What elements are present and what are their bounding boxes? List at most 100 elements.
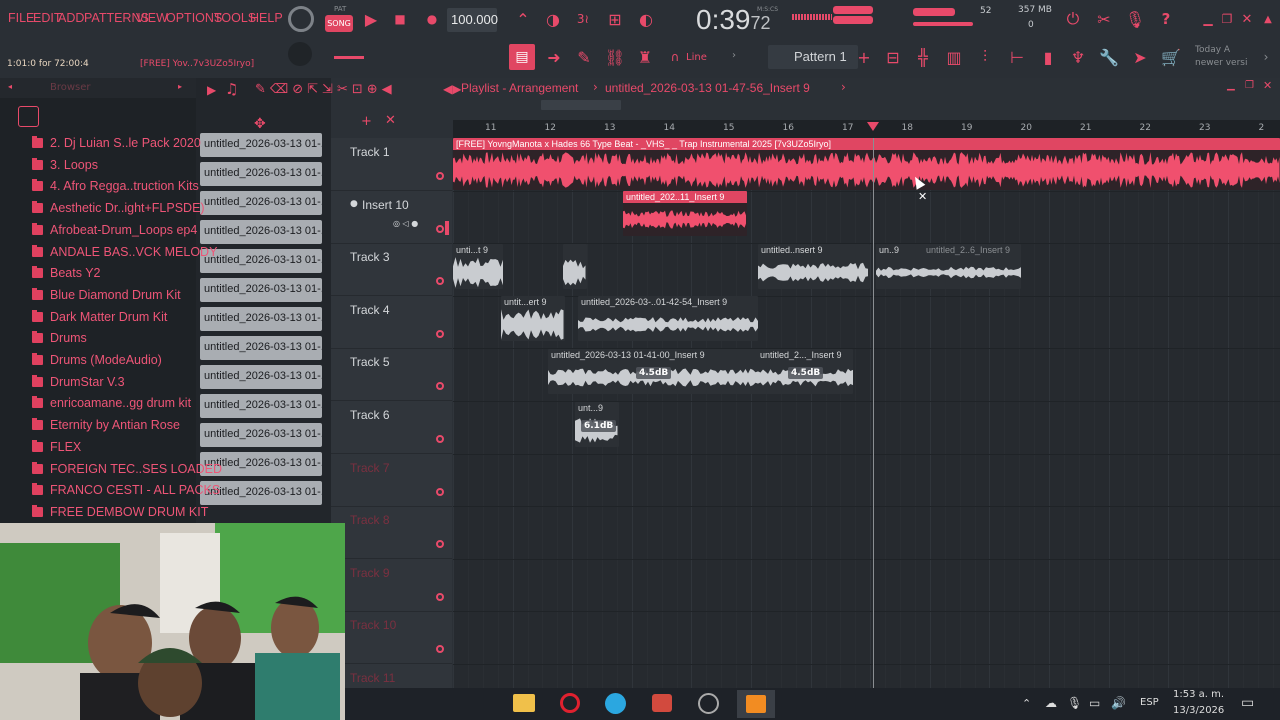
track-mute-button[interactable] <box>436 224 444 233</box>
channel-icon[interactable]: ▮ <box>1037 46 1059 68</box>
horizontal-scrollbar[interactable] <box>541 100 621 110</box>
pl-close-icon[interactable]: ✕ <box>1263 79 1272 92</box>
channel-rack-icon[interactable]: ▥ <box>943 46 965 68</box>
plugin-icon[interactable]: ♆ <box>1067 46 1089 68</box>
track-header[interactable]: Track 6 <box>331 401 452 454</box>
tray-chevron-icon[interactable]: ⌃ <box>1022 697 1031 710</box>
step-edit-icon[interactable]: ⊞ <box>604 8 626 30</box>
browser-folder-item[interactable]: Afrobeat-Drum_Loops ep4 <box>32 222 197 237</box>
app-more-icon[interactable]: ▲ <box>1257 8 1279 30</box>
snap-line-label[interactable]: Line <box>686 52 707 63</box>
browser-folder-item[interactable]: 4. Afro Regga..truction Kits <box>32 179 199 193</box>
track-mute-button[interactable] <box>436 329 444 338</box>
playlist-view-button[interactable]: ▤ <box>509 44 535 70</box>
song-mode-button[interactable]: SONG <box>325 15 353 32</box>
pl-minimize-icon[interactable]: ▁ <box>1227 80 1235 91</box>
track-header[interactable]: Track 8 <box>331 506 452 560</box>
taskbar-time[interactable]: 1:53 a. m. <box>1173 689 1224 700</box>
audio-clip[interactable]: untit...ert 9 <box>501 296 565 341</box>
master-pitch-slider[interactable] <box>334 56 364 59</box>
browser-folder-item[interactable]: Aesthetic Dr..ight+FLPSDE) <box>32 201 205 215</box>
clip-source-button[interactable]: untitled_2026-03-13 01-... <box>200 133 322 157</box>
send-icon[interactable]: ➤ <box>1129 46 1151 68</box>
pattern-selector[interactable]: Pattern 1 <box>768 45 858 69</box>
pl-tools-icon[interactable]: ✎⌫⊘⇱⇲✂⊡⊕◀ <box>255 82 396 97</box>
browser-search-icon[interactable] <box>18 106 39 127</box>
snap-arrow-icon[interactable]: › <box>732 50 736 61</box>
browser-folder-item[interactable]: enricoamane..gg drum kit <box>32 396 191 410</box>
metronome-icon[interactable]: ⌃ <box>512 8 534 30</box>
countdown-icon[interactable]: 3≀ <box>572 8 594 30</box>
add-pattern-icon[interactable]: + <box>853 46 875 68</box>
audio-clip[interactable]: unti...t 9 <box>453 244 503 289</box>
track-header[interactable]: Track 9 <box>331 559 452 612</box>
track-header[interactable]: Track 10 <box>331 611 452 665</box>
menu-file[interactable]: FILE <box>8 11 34 25</box>
stop-icon[interactable]: ■ <box>389 8 411 30</box>
menu-view[interactable]: VIEW <box>136 11 168 25</box>
track-mute-button[interactable] <box>436 382 444 391</box>
track-mute-button[interactable] <box>436 645 444 654</box>
browser-folder-item[interactable]: Dark Matter Drum Kit <box>32 309 167 324</box>
mixer-icon[interactable]: ⫶ <box>974 46 996 68</box>
clip-source-button[interactable]: untitled_2026-03-13 01-... <box>200 365 322 389</box>
pencil-icon[interactable]: ✎ <box>573 46 595 68</box>
track-header[interactable]: Insert 10 ◎ ◁ ● ● <box>331 191 452 244</box>
microphone-icon[interactable]: 🎙 <box>1124 8 1146 30</box>
track-mute-button[interactable] <box>436 435 444 443</box>
pl-remove-icon[interactable]: ✕ <box>385 113 396 128</box>
playhead-marker[interactable] <box>867 122 879 131</box>
audio-clip[interactable]: untitled_2026-03-..01-42-54_Insert 9 <box>578 296 758 341</box>
menu-add[interactable]: ADD <box>58 11 84 25</box>
clip-source-button[interactable]: untitled_2026-03-13 01-... <box>200 307 322 331</box>
insert-info-icon[interactable]: ● <box>350 199 358 209</box>
taskbar-date[interactable]: 13/3/2026 <box>1173 705 1224 716</box>
language-indicator[interactable]: ESP <box>1140 697 1159 708</box>
browser-folder-item[interactable]: FLEX <box>32 439 81 454</box>
clip-source-button[interactable]: untitled_2026-03-13 01-... <box>200 162 322 186</box>
browser-folder-item[interactable]: DrumStar V.3 <box>32 374 125 389</box>
clip-source-button[interactable]: untitled_2026-03-13 01-... <box>200 336 322 360</box>
tools-icon[interactable]: ✂ <box>1093 8 1115 30</box>
stamp-icon[interactable]: ♜ <box>634 46 656 68</box>
browser-tree-icon[interactable]: ⊢ <box>1006 46 1028 68</box>
browser-folder-item[interactable]: FOREIGN TEC..SES LOADED <box>32 461 222 476</box>
help-icon[interactable]: ? <box>1155 8 1177 30</box>
clip-source-button[interactable]: untitled_2026-03-13 01-... <box>200 394 322 418</box>
browser-folder-item[interactable]: FREE DEMBOW DRUM KIT <box>32 504 208 519</box>
track-header[interactable]: Track 4 <box>331 296 452 349</box>
pl-add-track-icon[interactable]: + <box>361 114 372 129</box>
restore-window-icon[interactable]: ❐ <box>1216 8 1238 30</box>
power-icon[interactable]: ⏻ <box>1062 8 1084 30</box>
piano-roll-icon[interactable]: ╬ <box>912 46 934 68</box>
news-line-1[interactable]: Today A <box>1195 45 1230 55</box>
clip-source-button[interactable]: untitled_2026-03-13 01-... <box>200 249 322 273</box>
browser-collapse-icon[interactable]: ▸ <box>178 82 182 91</box>
arrangement-grid[interactable]: [FREE] YovngManota x Hades 66 Type Beat … <box>453 138 1280 688</box>
browser-folder-item[interactable]: 2. Dj Luian S..le Pack 2020 <box>32 136 201 150</box>
clip-source-button[interactable]: untitled_2026-03-13 01-... <box>200 423 322 447</box>
track-mute-button[interactable] <box>436 592 444 601</box>
telegram-icon[interactable] <box>605 693 626 714</box>
cart-icon[interactable]: 🛒 <box>1160 46 1182 68</box>
track-header[interactable]: Track 7 <box>331 454 452 507</box>
volume-icon[interactable]: 🔊 <box>1111 696 1126 710</box>
audio-clip[interactable]: [FREE] YovngManota x Hades 66 Type Beat … <box>453 138 1280 190</box>
master-volume-knob[interactable] <box>288 42 312 66</box>
pl-arrows-icon[interactable]: ◀▶ <box>443 82 461 96</box>
track-mute-button[interactable] <box>436 540 444 549</box>
pl-play-icon[interactable]: ▶ <box>207 83 216 97</box>
audio-clip[interactable]: unt...9 6.1dB <box>575 402 619 447</box>
browser-menu-icon[interactable]: ◂ <box>8 82 12 91</box>
browser-folder-item[interactable]: Drums <box>32 331 87 345</box>
pl-headphone-icon[interactable]: ♫ <box>225 80 238 98</box>
fl-studio-taskbar-button[interactable] <box>737 690 775 718</box>
browser-folder-item[interactable]: 3. Loops <box>32 157 98 172</box>
loop-record-icon[interactable]: ◑ <box>542 8 564 30</box>
tempo-field[interactable]: 100.000 <box>447 8 498 32</box>
browser-folder-item[interactable]: Beats Y2 <box>32 266 101 280</box>
notification-icon[interactable]: ▭ <box>1241 695 1254 711</box>
audio-clip[interactable]: untitled..nsert 9 <box>758 244 870 289</box>
clip-source-button[interactable]: untitled_2026-03-13 01-... <box>200 191 322 215</box>
record-icon[interactable]: ● <box>421 8 443 30</box>
